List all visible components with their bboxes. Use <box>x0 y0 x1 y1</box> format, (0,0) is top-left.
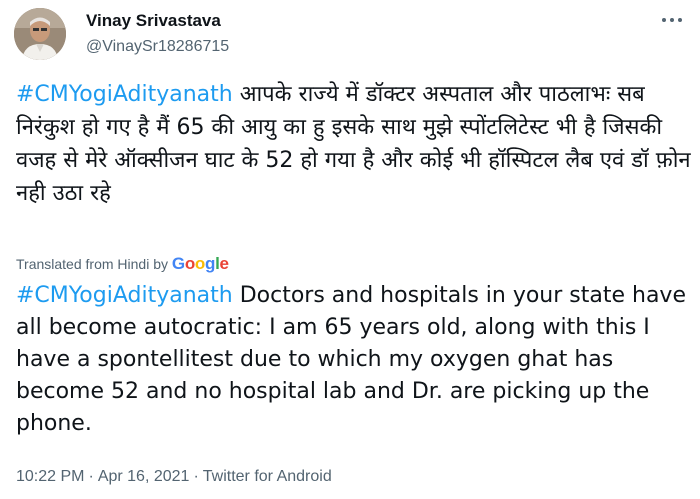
translated-label: Translated from Hindi by <box>16 256 168 272</box>
avatar[interactable] <box>14 8 66 60</box>
translation-attribution: Translated from Hindi by Google <box>16 254 229 274</box>
user-names: Vinay Srivastava @VinaySr18286715 <box>86 10 229 58</box>
tweet-text-original: #CMYogiAdityanath आपके राज्ये में डॉक्टर… <box>16 78 692 210</box>
google-logo: Google <box>171 254 229 273</box>
hashtag-link-translated[interactable]: #CMYogiAdityanath <box>16 283 233 308</box>
tweet-date[interactable]: Apr 16, 2021 <box>98 468 190 485</box>
more-options-icon[interactable] <box>658 12 686 32</box>
meta-separator: · <box>88 468 94 485</box>
more-dots-icon <box>662 18 682 22</box>
tweet-header: Vinay Srivastava @VinaySr18286715 <box>14 8 686 60</box>
display-name[interactable]: Vinay Srivastava <box>86 10 229 32</box>
avatar-image <box>14 8 66 60</box>
hashtag-link[interactable]: #CMYogiAdityanath <box>16 82 233 107</box>
tweet-time[interactable]: 10:22 PM <box>16 468 84 485</box>
user-handle[interactable]: @VinaySr18286715 <box>86 36 229 58</box>
meta-separator-2: · <box>193 468 199 485</box>
tweet-meta: 10:22 PM · Apr 16, 2021 · Twitter for Androi… <box>16 468 332 486</box>
tweet-source[interactable]: Twitter for Android <box>203 468 332 485</box>
tweet: Vinay Srivastava @VinaySr18286715 #CMYog… <box>0 0 700 499</box>
tweet-text-translated: #CMYogiAdityanath Doctors and hospitals … <box>16 280 692 440</box>
